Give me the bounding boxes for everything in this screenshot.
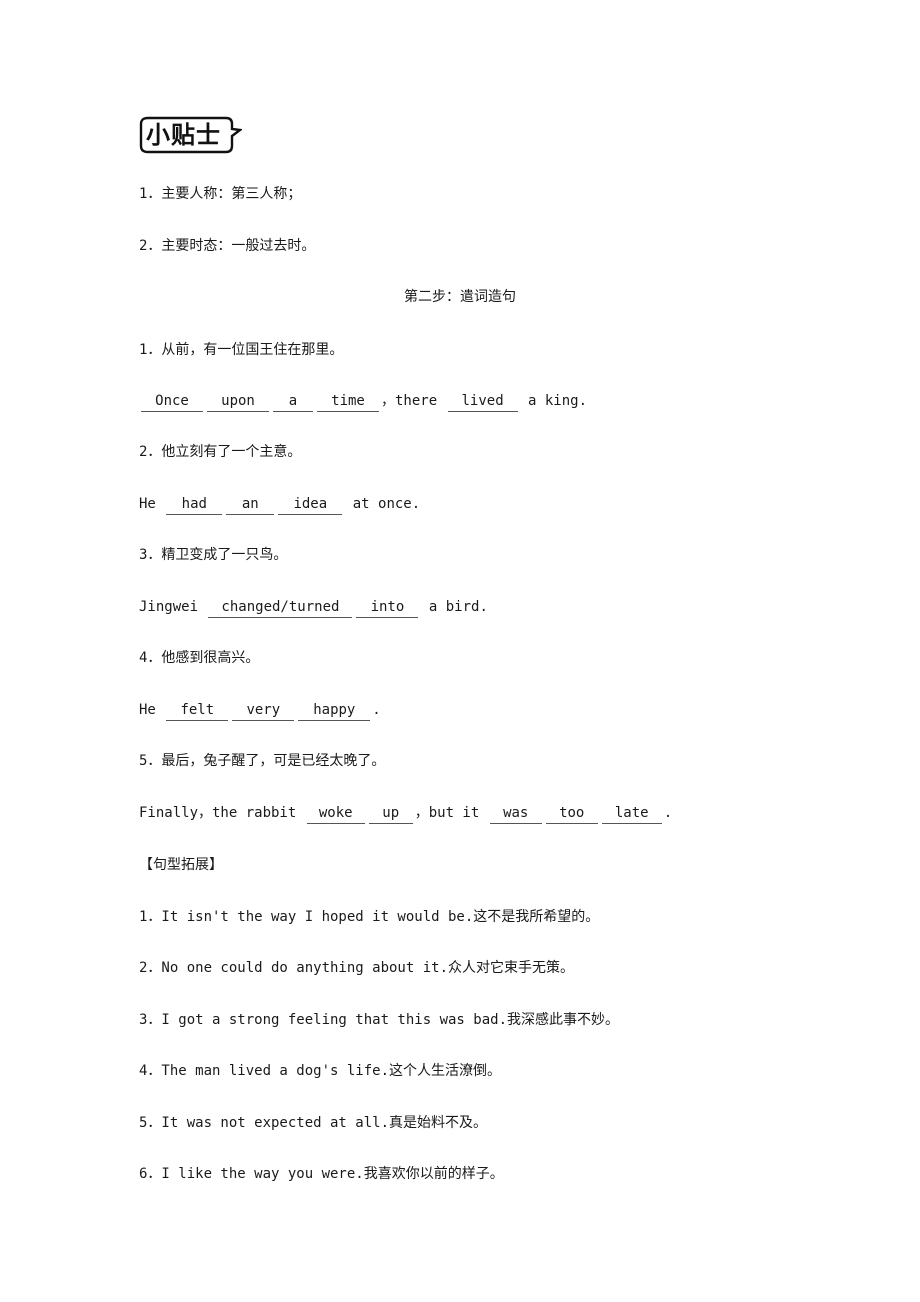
answer-text: very [246, 702, 281, 718]
answer-blank: a [273, 391, 313, 412]
answer-blank: lived [447, 391, 518, 412]
answer-blank: into [356, 597, 419, 618]
answer-text: late [614, 805, 649, 821]
exercise-answer: He felt very happy. [139, 700, 381, 721]
answer-blank: happy [298, 700, 371, 721]
sentence-text: . [372, 702, 381, 718]
sentence-text: ，but it [414, 805, 488, 821]
answer-blank: late [601, 803, 662, 824]
answer-blank: was [489, 803, 542, 824]
answer-text: up [382, 805, 400, 821]
answer-blank: felt [166, 700, 229, 721]
answer-text: idea [293, 496, 328, 512]
extension-item: 6．I like the way you were.我喜欢你以前的样子。 [139, 1166, 504, 1182]
answer-blank: woke [306, 803, 365, 824]
extension-item: 2．No one could do anything about it.众人对它… [139, 960, 575, 976]
step-title: 第二步：遣词造句 [404, 289, 516, 305]
extension-item: 5．It was not expected at all.真是始料不及。 [139, 1115, 488, 1131]
answer-text: Once [155, 393, 189, 409]
answer-text: was [503, 805, 529, 821]
sentence-text: He [139, 496, 165, 512]
answer-blank: idea [278, 494, 343, 515]
answer-text: had [181, 496, 207, 512]
sentence-text: . [663, 805, 673, 821]
exercise-answer: Finally，the rabbit woke up ，but it was too l… [139, 803, 672, 824]
answer-blank: changed/turned [208, 597, 353, 618]
extension-item: 3．I got a strong feeling that this was b… [139, 1012, 620, 1028]
answer-blank: up [368, 803, 413, 824]
tip-badge: 小贴士 [138, 116, 242, 156]
answer-text: woke [318, 805, 353, 821]
tip-label: 小贴士 [146, 121, 221, 149]
sentence-text: at once. [344, 496, 421, 512]
sentence-text: a bird. [420, 599, 488, 615]
answer-text: lived [461, 393, 504, 409]
answer-blank: time [317, 391, 379, 412]
exercise-prompt: 1．从前，有一位国王住在那里。 [139, 342, 344, 358]
exercise-answer: Jingwei changed/turned into a bird. [139, 597, 488, 618]
sentence-text: a king. [519, 393, 588, 409]
answer-blank: too [545, 803, 598, 824]
answer-text: too [559, 805, 585, 821]
answer-text: into [370, 599, 405, 615]
answer-text: an [241, 496, 259, 512]
document-page: 小贴士 1．主要人称：第三人称； 2．主要时态：一般过去时。 第二步：遣词造句 … [0, 0, 920, 1302]
exercise-answer: He had an idea at once. [139, 494, 420, 515]
answer-text: a [288, 393, 298, 409]
tip-item: 2．主要时态：一般过去时。 [139, 238, 316, 254]
tip-item: 1．主要人称：第三人称； [139, 186, 302, 202]
answer-text: upon [221, 393, 255, 409]
extension-title: 【句型拓展】 [139, 857, 223, 873]
answer-text: time [331, 393, 365, 409]
exercise-prompt: 5．最后，兔子醒了，可是已经太晚了。 [139, 753, 386, 769]
sentence-text: He [139, 702, 165, 718]
answer-blank: Once [141, 391, 203, 412]
answer-blank: an [226, 494, 275, 515]
answer-text: changed/turned [221, 599, 340, 615]
exercise-answer: Once upon a time ，there lived a king. [139, 391, 587, 412]
answer-blank: had [166, 494, 223, 515]
answer-blank: very [232, 700, 295, 721]
exercise-prompt: 4．他感到很高兴。 [139, 650, 260, 666]
sentence-text: Finally，the rabbit [139, 805, 305, 821]
answer-text: happy [313, 702, 356, 718]
extension-item: 4．The man lived a dog's life.这个人生活潦倒。 [139, 1063, 502, 1079]
exercise-prompt: 2．他立刻有了一个主意。 [139, 444, 302, 460]
exercise-prompt: 3．精卫变成了一只鸟。 [139, 547, 288, 563]
extension-item: 1．It isn't the way I hoped it would be.这… [139, 909, 600, 925]
answer-blank: upon [207, 391, 269, 412]
sentence-text: Jingwei [139, 599, 207, 615]
sentence-text: ，there [381, 393, 446, 409]
answer-text: felt [180, 702, 215, 718]
